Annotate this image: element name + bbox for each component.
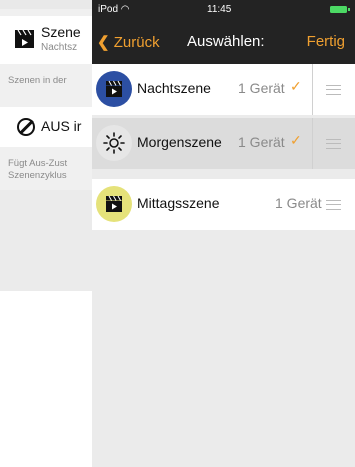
background-footer-line2: Szenenzyklus <box>8 170 67 181</box>
carrier-label: iPod ◠ <box>98 4 130 15</box>
checkmark-icon: ✓ <box>290 78 302 94</box>
checkmark-icon: ✓ <box>290 132 302 148</box>
status-bar: iPod ◠ 11:45 <box>92 0 355 20</box>
back-label: Zurück <box>113 34 160 51</box>
scene-name: Mittagsszene <box>137 195 220 211</box>
scene-device-count: 1 Gerät <box>275 195 322 211</box>
scene-name: Morgenszene <box>137 134 222 150</box>
page-title: Auswählen: <box>187 33 265 50</box>
scene-row-nachtszene[interactable]: Nachtszene 1 Gerät ✓ <box>92 64 355 115</box>
navigation-bar: ❮ Zurück Auswählen: Fertig <box>92 20 355 64</box>
background-scene-subtitle: Nachtsz <box>41 42 78 53</box>
scene-device-count: 1 Gerät <box>238 134 285 150</box>
row-divider <box>312 118 313 169</box>
back-button[interactable]: ❮ Zurück <box>97 33 160 51</box>
wifi-icon: ◠ <box>120 4 130 15</box>
status-time: 11:45 <box>207 4 232 15</box>
background-scene-title: Szene <box>41 24 81 40</box>
sun-icon <box>96 125 132 161</box>
scene-row-morgenszene[interactable]: Morgenszene 1 Gerät ✓ <box>92 118 355 169</box>
drag-handle-icon[interactable] <box>326 200 341 210</box>
chevron-left-icon: ❮ <box>97 34 110 51</box>
row-divider <box>312 64 313 115</box>
drag-handle-icon[interactable] <box>326 139 341 149</box>
done-button[interactable]: Fertig <box>307 33 345 50</box>
scene-name: Nachtszene <box>137 80 211 96</box>
clapperboard-icon <box>96 71 132 107</box>
clapperboard-icon <box>15 29 34 48</box>
scene-row-mittagsszene[interactable]: Mittagsszene 1 Gerät <box>92 179 355 230</box>
drag-handle-icon[interactable] <box>326 85 341 95</box>
background-off-title: AUS ir <box>41 118 82 134</box>
clapperboard-icon <box>96 186 132 222</box>
scene-device-count: 1 Gerät <box>238 80 285 96</box>
background-section-note: Szenen in der <box>8 75 67 86</box>
prohibited-icon <box>17 118 35 136</box>
background-footer-line1: Fügt Aus-Zust <box>8 158 68 169</box>
battery-icon <box>330 6 350 13</box>
